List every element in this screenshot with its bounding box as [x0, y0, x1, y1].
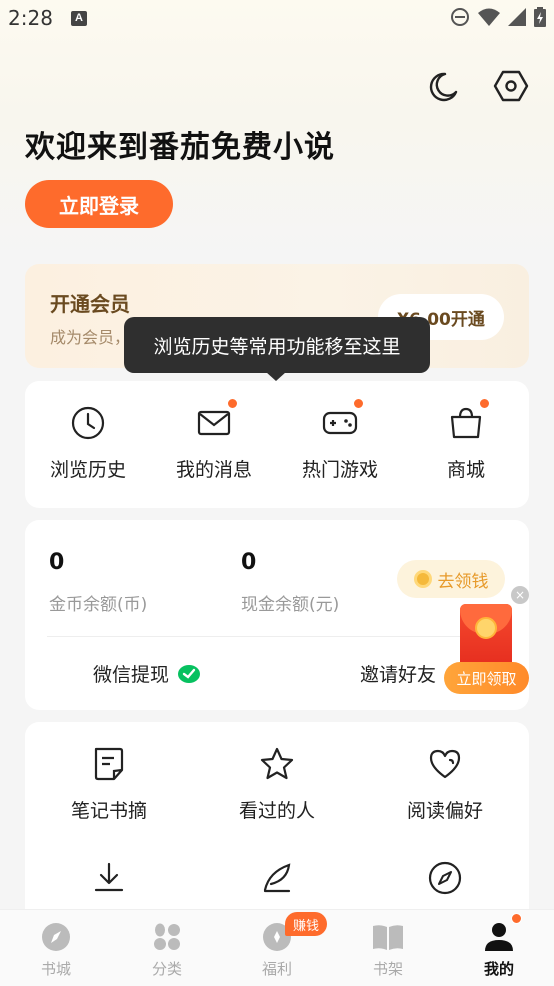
nav-label: 书架: [372, 960, 403, 978]
divider: [47, 636, 507, 637]
tool-label: 看过的人: [238, 800, 315, 822]
invite-friends-button[interactable]: 邀请好友: [360, 660, 436, 687]
mail-icon: [197, 410, 231, 436]
badge-dot: [353, 398, 364, 409]
coin-icon: [413, 570, 432, 588]
tool-label: 笔记书摘: [70, 800, 147, 822]
claim-money-button[interactable]: 去领钱: [397, 560, 505, 598]
heart-icon: [429, 749, 461, 779]
profile-badge-dot: [511, 913, 522, 924]
notification-icon: A: [71, 11, 87, 26]
quick-action-history[interactable]: 浏览历史: [25, 381, 151, 508]
battery-icon: [534, 7, 546, 27]
download-icon: [94, 862, 124, 892]
note-icon: [94, 747, 124, 781]
tool-writing[interactable]: [193, 860, 361, 896]
quick-actions-card: 浏览历史 我的消息 热门游戏 商城: [25, 381, 529, 508]
quill-icon: [263, 863, 291, 893]
tooltip-arrow: [266, 372, 286, 381]
nav-bookshelf[interactable]: 书架: [348, 922, 428, 979]
bookstore-icon: [42, 923, 70, 951]
welcome-title: 欢迎来到番茄免费小说: [25, 130, 335, 165]
quick-action-label: 商城: [446, 459, 485, 481]
status-bar: 2:28 A: [0, 0, 554, 38]
tools-card: 笔记书摘 看过的人 阅读偏好: [25, 722, 529, 922]
quick-action-label: 我的消息: [175, 459, 252, 481]
bookshelf-icon: [373, 925, 403, 950]
clock-icon: [71, 406, 105, 440]
claim-now-button[interactable]: 立即领取: [444, 662, 529, 694]
nav-label: 分类: [151, 960, 182, 978]
coin-balance-label: 金币余额(币): [49, 595, 148, 615]
quick-action-label: 浏览历史: [49, 459, 126, 481]
coin-balance: 0: [49, 550, 65, 575]
tool-discover[interactable]: [361, 860, 529, 896]
feature-moved-tooltip: 浏览历史等常用功能移至这里: [124, 317, 430, 373]
tool-preferences[interactable]: 阅读偏好: [361, 746, 529, 823]
quick-action-messages[interactable]: 我的消息: [151, 381, 277, 508]
signal-icon: [508, 8, 526, 26]
nav-bookstore[interactable]: 书城: [16, 922, 96, 979]
cash-balance-label: 现金余额(元): [241, 595, 340, 615]
cash-balance: 0: [241, 550, 257, 575]
close-floating-button[interactable]: ×: [511, 586, 529, 604]
night-mode-icon[interactable]: [425, 70, 459, 104]
nav-category[interactable]: 分类: [127, 922, 207, 979]
wechat-withdraw-label: 微信提现: [93, 664, 170, 686]
quick-action-label: 热门游戏: [301, 459, 378, 481]
quick-action-mall[interactable]: 商城: [403, 381, 529, 508]
profile-icon: [485, 923, 513, 951]
tool-viewers[interactable]: 看过的人: [193, 746, 361, 823]
tool-downloads[interactable]: [25, 860, 193, 896]
nav-label: 我的: [483, 960, 514, 978]
system-icons: [450, 7, 546, 27]
badge-dot: [479, 398, 490, 409]
claim-money-label: 去领钱: [437, 571, 489, 592]
shopping-bag-icon: [450, 407, 482, 439]
wechat-icon: [178, 664, 201, 683]
dnd-icon: [451, 8, 469, 26]
gamepad-icon: [322, 411, 358, 435]
settings-icon[interactable]: [493, 68, 529, 104]
tool-notes[interactable]: 笔记书摘: [25, 746, 193, 823]
wifi-icon: [478, 8, 500, 26]
tool-label: 阅读偏好: [406, 800, 483, 822]
wechat-withdraw-button[interactable]: 微信提现: [93, 660, 201, 687]
category-icon: [154, 923, 180, 950]
status-time: 2:28: [8, 6, 53, 30]
earn-badge: 赚钱: [285, 912, 327, 936]
bottom-nav: 书城 分类 福利 书架 我的: [0, 909, 554, 986]
red-packet-coin: [475, 617, 497, 639]
quick-action-games[interactable]: 热门游戏: [277, 381, 403, 508]
compass-icon: [428, 861, 462, 895]
star-icon: [260, 747, 294, 780]
nav-profile[interactable]: 我的: [459, 922, 539, 979]
login-button[interactable]: 立即登录: [25, 180, 173, 228]
badge-dot: [227, 398, 238, 409]
nav-label: 福利: [261, 960, 292, 978]
nav-label: 书城: [40, 960, 71, 978]
vip-title: 开通会员: [50, 292, 130, 316]
